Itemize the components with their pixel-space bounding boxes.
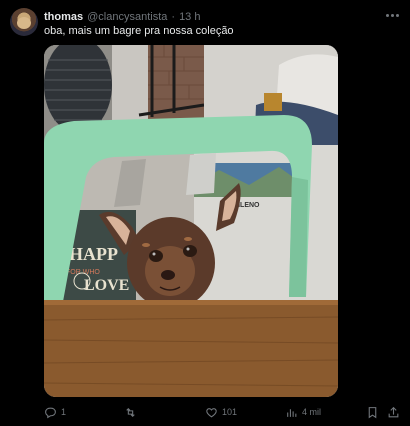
reply-button[interactable]: 1 — [44, 405, 66, 419]
views-bar-chart-icon — [287, 408, 297, 417]
tweet-text: oba, mais um bagre pra nossa coleção — [44, 25, 234, 37]
tweet-header: thomas @clancysantista · 13 h — [44, 10, 200, 24]
view-count: 4 mil — [302, 407, 322, 417]
tweet[interactable]: thomas @clancysantista · 13 h oba, mais … — [0, 0, 410, 426]
avatar-face — [17, 17, 31, 29]
author-handle[interactable]: @clancysantista — [87, 10, 167, 24]
separator: · — [171, 11, 176, 23]
more-options-button[interactable] — [384, 8, 400, 22]
like-button[interactable]: 101 — [205, 405, 237, 419]
table-icon — [44, 300, 338, 397]
author-name[interactable]: thomas — [44, 10, 83, 24]
repost-button[interactable] — [124, 405, 141, 419]
dog-photo: ANILENO HAPP FOR WHO LOVE — [44, 45, 338, 397]
avatar[interactable] — [10, 8, 38, 36]
views-button[interactable]: 4 mil — [285, 405, 321, 419]
like-count: 101 — [222, 407, 238, 417]
action-bar: 1 101 4 mil — [44, 405, 400, 421]
more-dot-icon — [395, 13, 399, 17]
reply-icon — [45, 407, 56, 418]
bookmark-icon — [368, 406, 377, 418]
more-dot-icon — [385, 13, 389, 17]
more-dot-icon — [390, 13, 394, 17]
share-button[interactable] — [387, 405, 400, 419]
tweet-media[interactable]: ANILENO HAPP FOR WHO LOVE — [44, 45, 338, 397]
bookmark-button[interactable] — [366, 405, 379, 419]
heart-icon — [206, 407, 217, 417]
timestamp[interactable]: 13 h — [179, 10, 200, 24]
bag-text-1: HAPP — [69, 244, 118, 264]
fan-icon — [44, 45, 112, 133]
repost-icon — [126, 407, 135, 417]
share-icon — [388, 406, 399, 417]
bag-text-3: LOVE — [84, 277, 129, 294]
reply-count: 1 — [61, 407, 67, 417]
bag-text-2: FOR WHO — [66, 269, 100, 276]
